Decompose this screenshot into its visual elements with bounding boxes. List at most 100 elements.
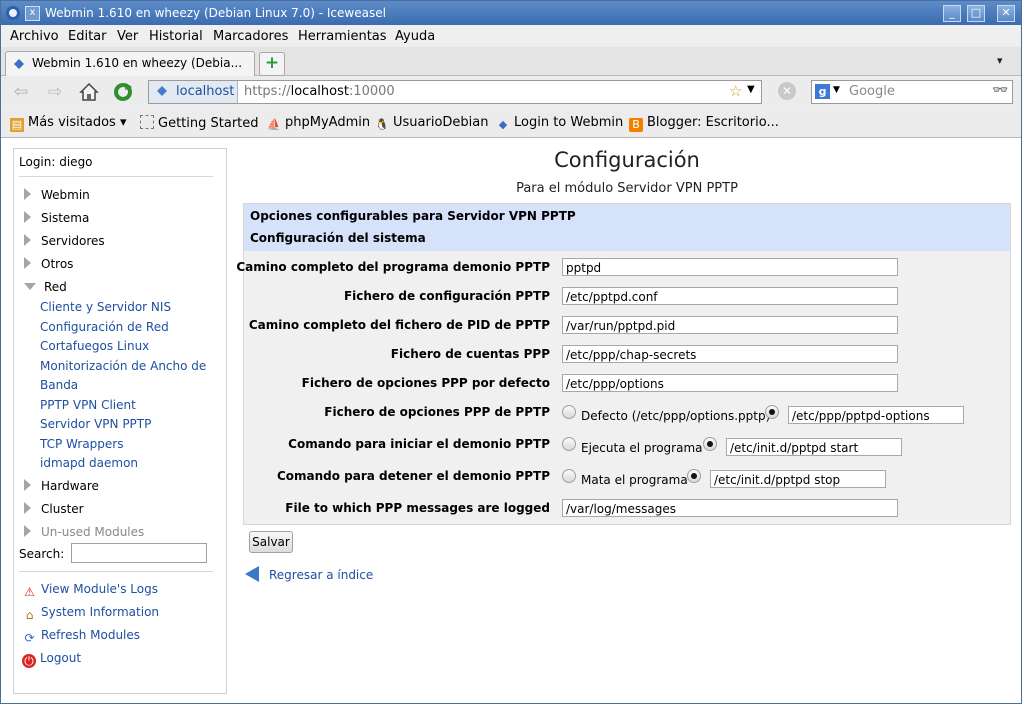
row-log-file: File to which PPP messages are logged /v… xyxy=(244,495,1010,523)
view-logs-link[interactable]: ⚠ View Module's Logs xyxy=(22,582,158,600)
menu-ver[interactable]: Ver xyxy=(117,29,138,44)
engine-dropdown-chevron-icon[interactable]: ▼ xyxy=(833,85,840,95)
search-placeholder: Google xyxy=(849,84,895,99)
divider xyxy=(19,176,213,177)
home-icon[interactable] xyxy=(77,80,101,104)
back-arrow-icon xyxy=(245,566,259,582)
maximize-button[interactable]: □ xyxy=(967,5,985,22)
bookmark-star-icon[interactable]: ☆ xyxy=(729,82,742,100)
pid-file-input[interactable]: /var/run/pptpd.pid xyxy=(562,316,898,334)
webmin-sidebar: Login: diego Webmin Sistema Servidores O… xyxy=(13,148,227,694)
bookmark-phpmyadmin[interactable]: ⛵ phpMyAdmin xyxy=(267,115,370,132)
stop-icon[interactable]: ✕ xyxy=(778,82,796,100)
row-accounts-file: Fichero de cuentas PPP /etc/ppp/chap-sec… xyxy=(244,341,1010,369)
menu-editar[interactable]: Editar xyxy=(68,29,107,44)
kill-program-radio[interactable] xyxy=(562,469,576,483)
daemon-path-input[interactable]: pptpd xyxy=(562,258,898,276)
back-arrow-icon[interactable]: ⇦ xyxy=(9,80,33,104)
forward-arrow-icon[interactable]: ⇨ xyxy=(43,80,67,104)
bookmark-label: Getting Started xyxy=(158,116,259,131)
pptp-options-input[interactable]: /etc/ppp/pptpd-options xyxy=(788,406,964,424)
category-otros[interactable]: Otros xyxy=(24,257,73,271)
close-button[interactable]: ✕ xyxy=(997,5,1015,22)
start-command-input[interactable]: /etc/init.d/pptpd start xyxy=(726,438,902,456)
globe-icon xyxy=(157,86,167,96)
module-search-input[interactable] xyxy=(71,543,207,563)
config-file-input[interactable]: /etc/pptpd.conf xyxy=(562,287,898,305)
menu-historial[interactable]: Historial xyxy=(149,29,203,44)
category-sistema[interactable]: Sistema xyxy=(24,211,89,225)
tab-list-chevron-icon[interactable]: ▾ xyxy=(997,54,1003,67)
custom-stop-radio[interactable] xyxy=(687,469,701,483)
expand-arrow-icon xyxy=(24,479,31,491)
module-pptp-client[interactable]: PPTP VPN Client xyxy=(40,396,136,415)
custom-radio[interactable] xyxy=(765,405,779,419)
category-webmin[interactable]: Webmin xyxy=(24,188,90,202)
bookmark-getting-started[interactable]: Getting Started xyxy=(140,115,259,131)
tab-webmin[interactable]: Webmin 1.610 en wheezy (Debia... xyxy=(5,51,255,76)
url-dropdown-chevron-icon[interactable]: ▼ xyxy=(747,84,755,95)
search-bar[interactable]: g ▼ Google 👓 xyxy=(811,80,1013,104)
bookmark-label: UsuarioDebian xyxy=(393,115,489,130)
site-identity-label: localhost xyxy=(176,84,235,99)
module-firewall[interactable]: Cortafuegos Linux xyxy=(40,337,149,356)
minimize-button[interactable]: _ xyxy=(943,5,961,22)
title-bar: x Webmin 1.610 en wheezy (Debian Linux 7… xyxy=(1,1,1021,25)
run-program-label: Ejecuta el programa xyxy=(581,441,703,455)
url-host: localhost xyxy=(290,84,349,99)
bookmark-mas-visitados[interactable]: ▤ Más visitados ▾ xyxy=(10,115,127,132)
bookmark-login-webmin[interactable]: ◆ Login to Webmin xyxy=(496,115,623,132)
category-hardware[interactable]: Hardware xyxy=(24,479,99,493)
menu-marcadores[interactable]: Marcadores xyxy=(213,29,288,44)
module-network-config[interactable]: Configuración de Red xyxy=(40,318,169,337)
accounts-file-input[interactable]: /etc/ppp/chap-secrets xyxy=(562,345,898,363)
module-tcp-wrappers[interactable]: TCP Wrappers xyxy=(40,435,123,454)
ppp-options-input[interactable]: /etc/ppp/options xyxy=(562,374,898,392)
run-program-radio[interactable] xyxy=(562,437,576,451)
power-icon: ⏻ xyxy=(22,654,36,668)
window-menu-icon[interactable]: x xyxy=(25,6,40,21)
log-file-input[interactable]: /var/log/messages xyxy=(562,499,898,517)
bookmark-blogger[interactable]: B Blogger: Escritorio... xyxy=(629,115,779,132)
category-servidores[interactable]: Servidores xyxy=(24,234,105,248)
webmin-favicon-icon: ◆ xyxy=(498,118,508,131)
save-button[interactable]: Salvar xyxy=(249,531,293,553)
module-bandwidth[interactable]: Monitorización de Ancho de Banda xyxy=(40,357,210,395)
menu-ayuda[interactable]: Ayuda xyxy=(395,29,435,44)
category-cluster[interactable]: Cluster xyxy=(24,502,84,516)
search-label: Search: xyxy=(19,547,65,561)
row-ppp-options: Fichero de opciones PPP por defecto /etc… xyxy=(244,370,1010,398)
system-information-link[interactable]: ⌂ System Information xyxy=(22,605,159,623)
field-label: Comando para detener el demonio PPTP xyxy=(276,469,550,483)
expand-arrow-icon xyxy=(24,525,31,537)
menu-archivo[interactable]: Archivo xyxy=(10,29,59,44)
row-pid-file: Camino completo del fichero de PID de PP… xyxy=(244,312,1010,340)
category-red[interactable]: Red xyxy=(24,280,67,294)
default-radio[interactable] xyxy=(562,405,576,419)
custom-start-radio[interactable] xyxy=(703,437,717,451)
module-pptp-server[interactable]: Servidor VPN PPTP xyxy=(40,415,151,434)
search-binoculars-icon[interactable]: 👓 xyxy=(992,83,1008,98)
window-title: Webmin 1.610 en wheezy (Debian Linux 7.0… xyxy=(45,6,386,20)
main-panel: Configuración Para el módulo Servidor VP… xyxy=(236,138,1011,698)
collapse-arrow-icon xyxy=(24,283,36,290)
reload-icon[interactable] xyxy=(111,80,135,104)
expand-arrow-icon xyxy=(24,211,31,223)
site-identity-button[interactable]: localhost xyxy=(149,81,238,103)
bookmark-label: Más visitados xyxy=(28,115,116,130)
warning-icon: ⚠ xyxy=(24,585,35,599)
google-engine-icon[interactable]: g xyxy=(815,84,830,99)
new-tab-button[interactable]: + xyxy=(259,52,285,76)
stop-command-input[interactable]: /etc/init.d/pptpd stop xyxy=(710,470,886,488)
return-index-link[interactable]: Regresar a índice xyxy=(245,566,373,582)
module-nis[interactable]: Cliente y Servidor NIS xyxy=(40,298,171,317)
module-idmapd[interactable]: idmapd daemon xyxy=(40,454,138,473)
house-icon: ⌂ xyxy=(25,608,34,622)
logout-link[interactable]: ⏻ Logout xyxy=(22,651,81,668)
bookmark-usuariodebian[interactable]: 🐧 UsuarioDebian xyxy=(375,115,488,132)
form-heading: Opciones configurables para Servidor VPN… xyxy=(250,209,576,223)
url-bar[interactable]: localhost https://localhost:10000 ☆ ▼ xyxy=(148,80,762,104)
category-unused[interactable]: Un-used Modules xyxy=(24,525,144,539)
menu-herramientas[interactable]: Herramientas xyxy=(298,29,387,44)
refresh-modules-link[interactable]: ⟳ Refresh Modules xyxy=(22,628,140,646)
